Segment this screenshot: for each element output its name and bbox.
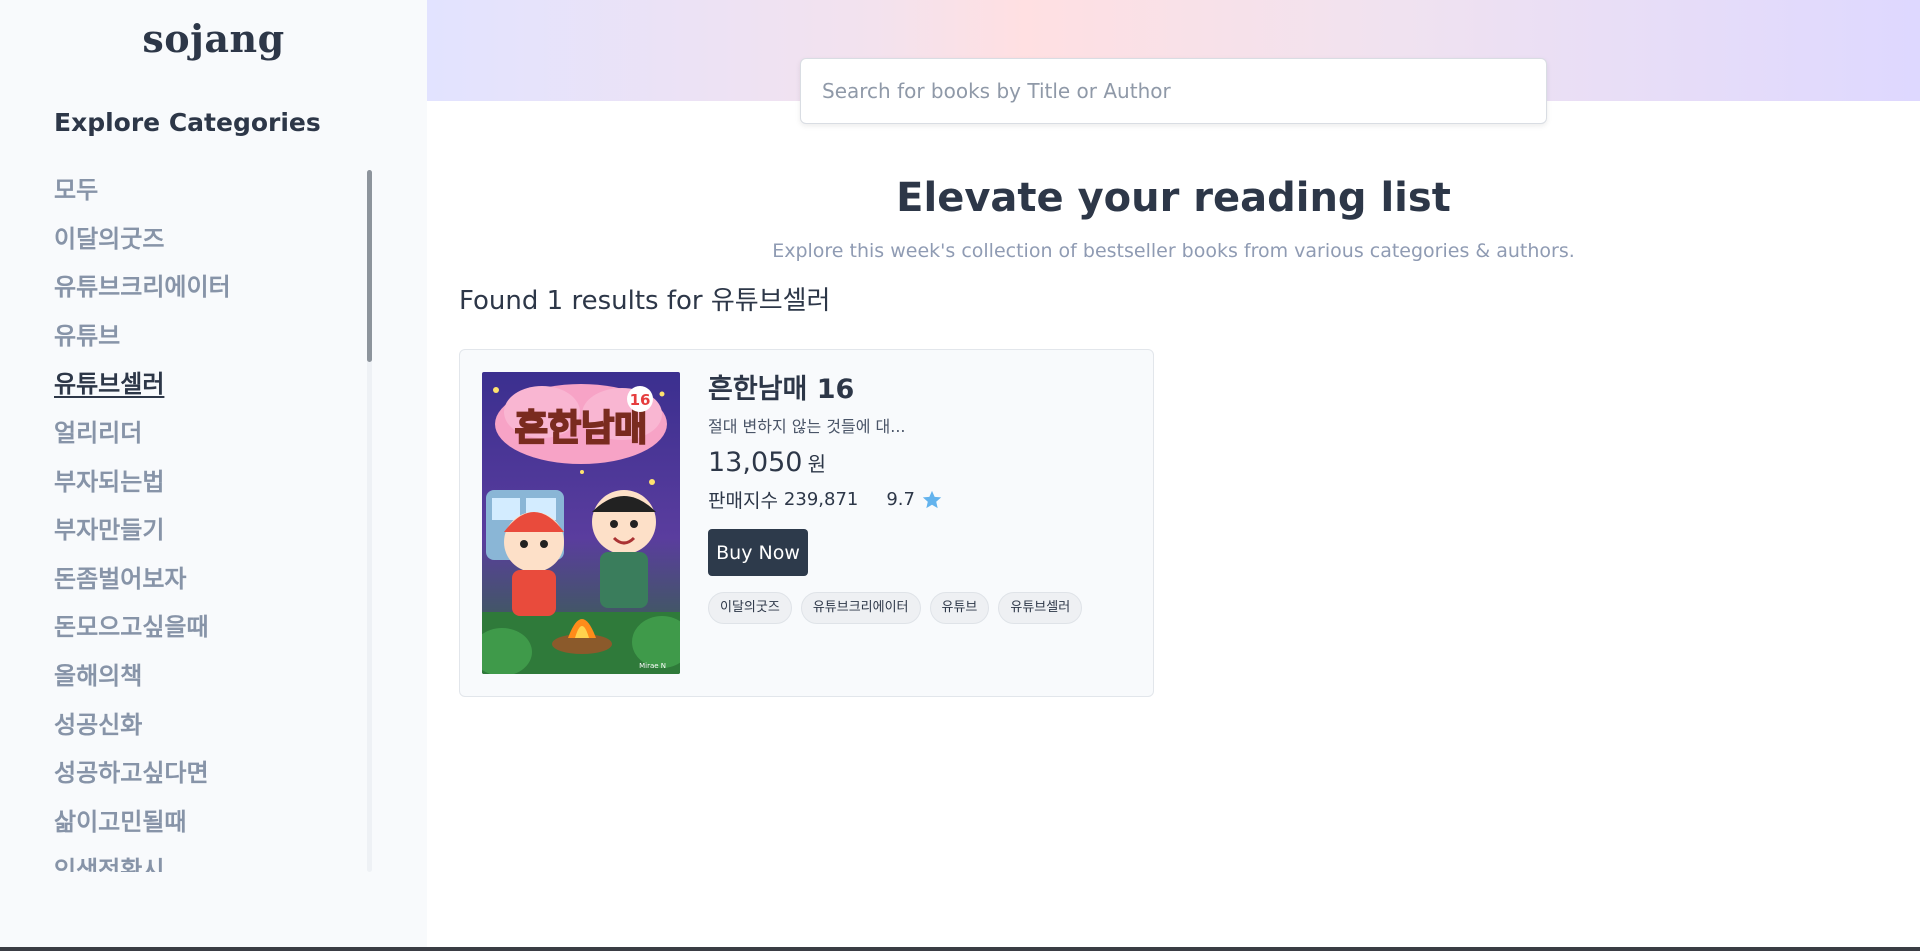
sidebar-category-item[interactable]: 돈모으고싶을때 <box>54 607 364 656</box>
results-prefix: Found <box>459 286 547 316</box>
sidebar-category-item[interactable]: 유튜브크리에이터 <box>54 267 364 316</box>
results-middle: results for <box>563 286 711 316</box>
categories-heading: Explore Categories <box>54 108 321 137</box>
category-list: 모두 이달의굿즈 유튜브크리에이터 유튜브 유튜브셀러 얼리리더 부자되는법 부자만들기 돈좀벌… <box>54 170 364 872</box>
sidebar-category-item[interactable]: 모두 <box>54 170 364 219</box>
sales-index-value: 239,871 <box>783 489 859 510</box>
book-tag[interactable]: 유튜브 <box>929 592 990 624</box>
star-icon <box>921 489 943 511</box>
book-stats: 판매지수 239,871 9.7 <box>708 486 1138 513</box>
sidebar-category-item[interactable]: 돈좀벌어보자 <box>54 559 364 608</box>
sidebar-category-item[interactable]: 올해의책 <box>54 656 364 705</box>
category-scrollbar-thumb[interactable] <box>367 170 372 362</box>
page-headline: Elevate your reading list <box>896 175 1451 221</box>
cover-publisher: Mirae N <box>639 662 666 670</box>
book-description: 절대 변하지 않는 것들에 대... <box>708 417 906 436</box>
book-tag[interactable]: 유튜브셀러 <box>998 592 1083 624</box>
sidebar-category-item[interactable]: 유튜브셀러 <box>54 364 364 413</box>
sidebar-category-item[interactable]: 삶이고민될때 <box>54 802 364 851</box>
buy-now-button[interactable]: Buy Now <box>708 529 808 576</box>
book-tag[interactable]: 유튜브크리에이터 <box>800 592 921 624</box>
book-info: 흔한남매 16 절대 변하지 않는 것들에 대... 13,050 원 판매지수… <box>708 370 1138 624</box>
sidebar-category-item[interactable]: 성공하고싶다면 <box>54 753 364 802</box>
book-price: 13,050 <box>708 447 803 478</box>
sidebar-category-item[interactable]: 인생전환시 <box>54 850 364 872</box>
page-subheadline: Explore this week's collection of bestse… <box>772 240 1575 262</box>
sidebar-category-item[interactable]: 부자되는법 <box>54 462 364 511</box>
sidebar: sojang Explore Categories 모두 이달의굿즈 유튜브크리에이… <box>0 0 427 951</box>
results-count: 1 <box>546 286 564 316</box>
book-cover-image[interactable]: 흔한남매 16 Mirae N <box>482 372 680 674</box>
book-card[interactable]: 흔한남매 16 Mirae N 흔한남매 16 절대 변하지 않는 것들에 대.… <box>459 349 1154 697</box>
book-rating: 9.7 <box>886 489 915 510</box>
book-price-row: 13,050 원 <box>708 447 1138 478</box>
sidebar-category-item[interactable]: 얼리리더 <box>54 413 364 462</box>
cover-volume: 16 <box>630 391 651 409</box>
sidebar-category-item[interactable]: 성공신화 <box>54 705 364 754</box>
window-bottom-edge <box>0 947 1920 951</box>
search-input[interactable] <box>800 58 1547 124</box>
sidebar-category-item[interactable]: 유튜브 <box>54 316 364 365</box>
sales-index-label: 판매지수 <box>708 490 778 512</box>
results-query: 유튜브셀러 <box>710 286 831 316</box>
results-summary: Found 1 results for 유튜브셀러 <box>459 280 830 317</box>
sidebar-category-item[interactable]: 이달의굿즈 <box>54 219 364 268</box>
book-tags: 이달의굿즈 유튜브크리에이터 유튜브 유튜브셀러 <box>708 592 1138 624</box>
cover-title-text: 흔한남매 <box>515 408 647 449</box>
book-tag[interactable]: 이달의굿즈 <box>708 592 792 624</box>
logo[interactable]: sojang <box>0 16 427 61</box>
book-currency: 원 <box>807 452 826 476</box>
sidebar-category-item[interactable]: 부자만들기 <box>54 510 364 559</box>
book-title[interactable]: 흔한남매 16 <box>708 370 1138 410</box>
